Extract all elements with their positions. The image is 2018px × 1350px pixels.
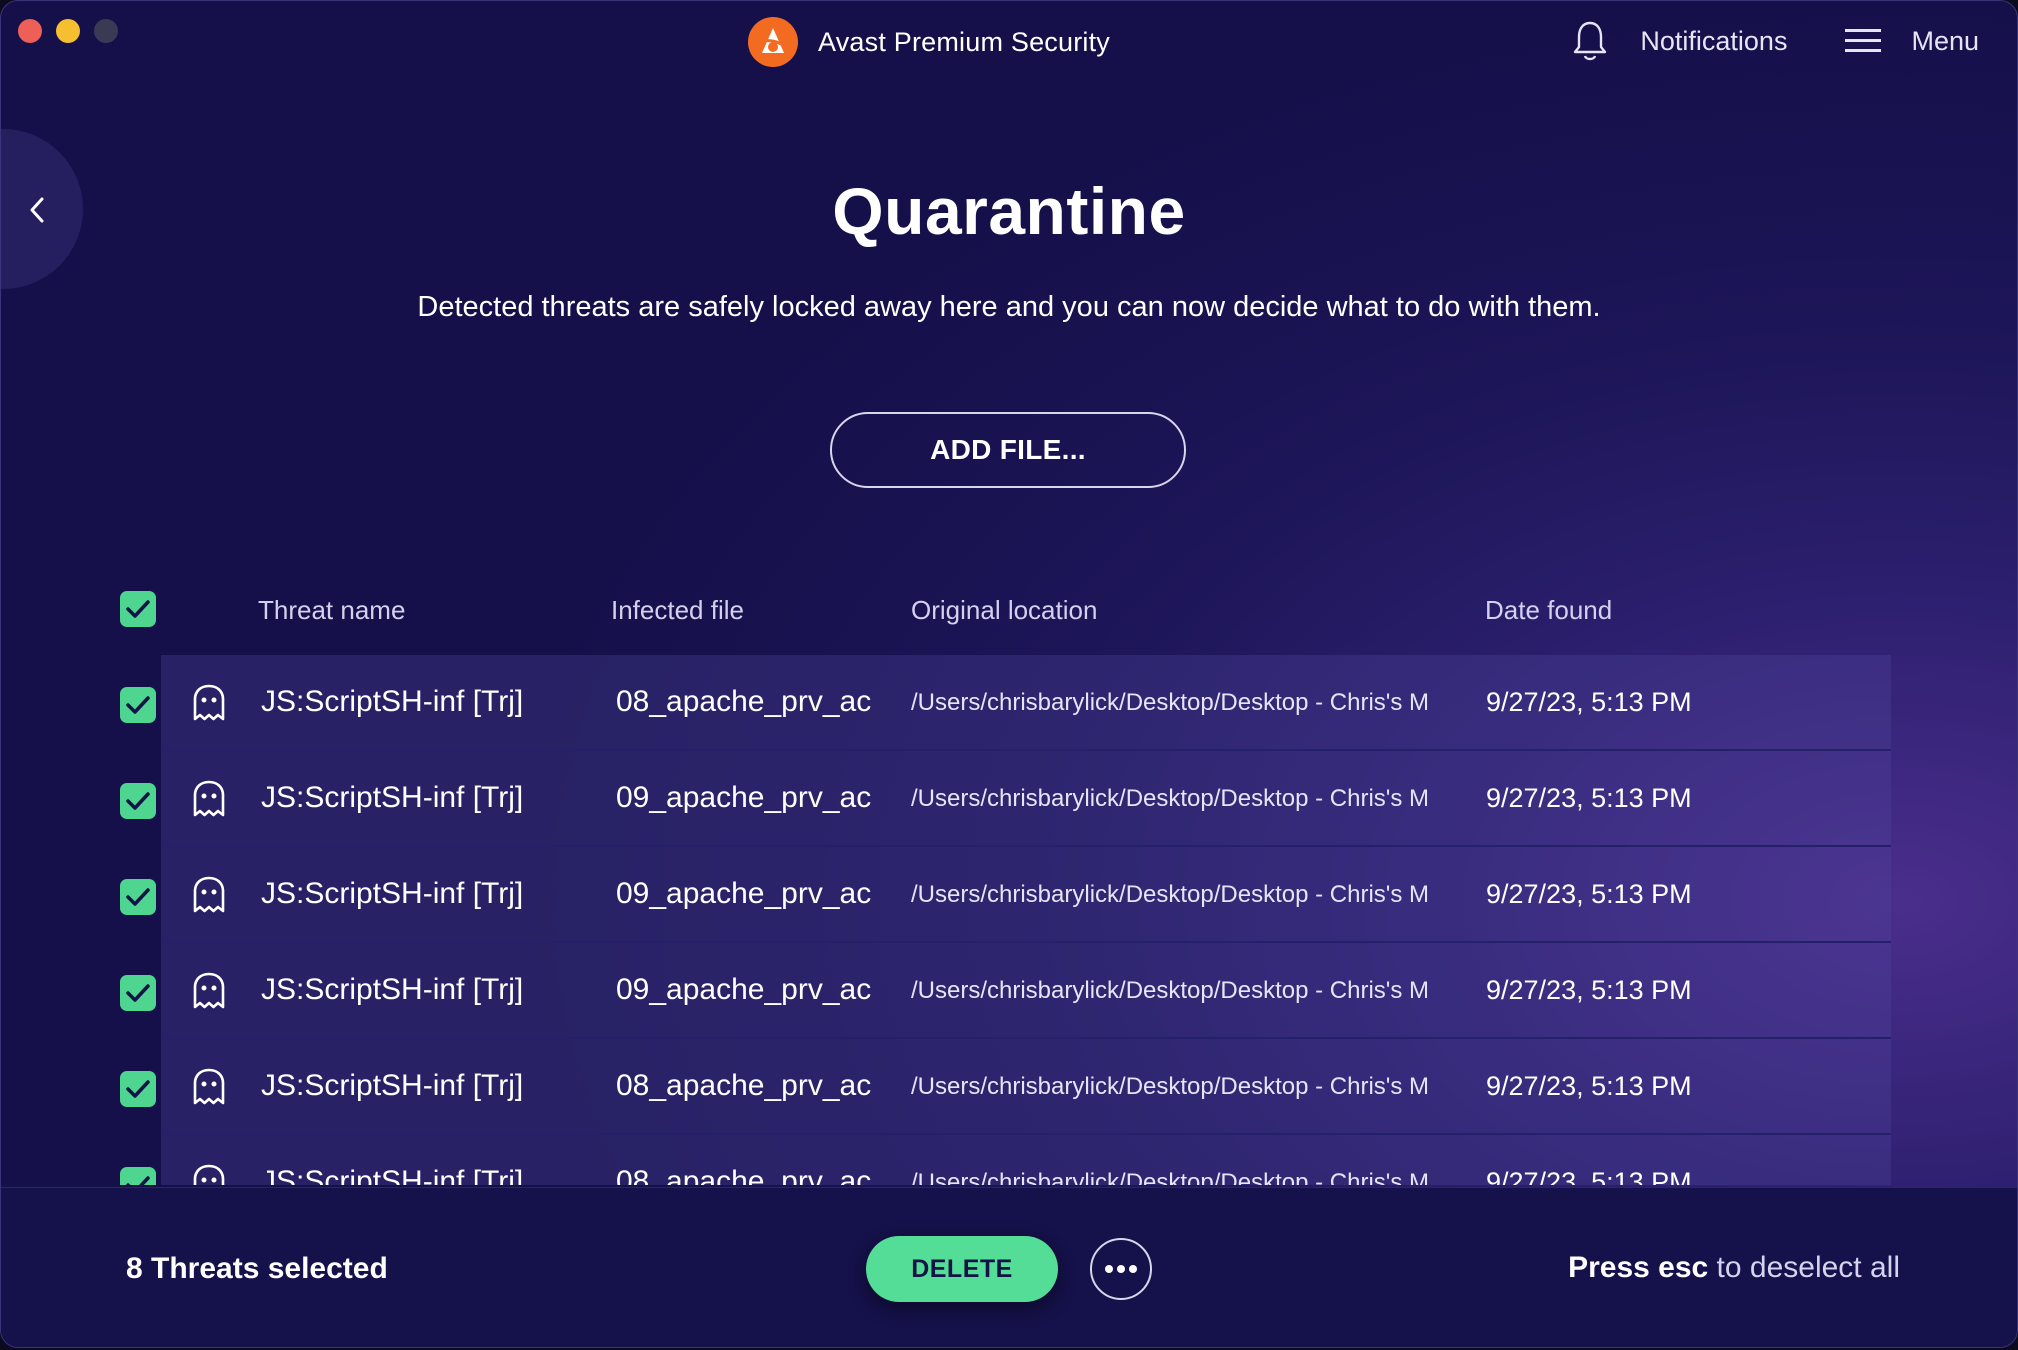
threat-name-cell: JS:ScriptSH-inf [Trj] bbox=[261, 1069, 524, 1102]
app-window: Avast Premium Security Notifications Men… bbox=[0, 0, 2018, 1348]
hamburger-menu-icon[interactable] bbox=[1845, 27, 1882, 55]
column-header-threat-name[interactable]: Threat name bbox=[258, 595, 405, 626]
table-row[interactable]: JS:ScriptSH-inf [Trj] 08_apache_prv_ac/Us… bbox=[1, 1039, 2017, 1135]
table-row[interactable]: JS:ScriptSH-inf [Trj] 08_apache_prv_ac/Us… bbox=[1, 655, 2017, 751]
threat-name-cell: JS:ScriptSH-inf [Trj] bbox=[261, 781, 524, 814]
column-header-infected-file[interactable]: Infected file bbox=[611, 595, 744, 626]
threat-name-cell: JS:ScriptSH-inf [Trj] bbox=[261, 973, 524, 1006]
avast-logo-icon bbox=[748, 17, 798, 67]
row-checkbox[interactable] bbox=[120, 783, 156, 819]
ghost-threat-icon bbox=[191, 1163, 227, 1185]
deselect-hint: Press esc to deselect all bbox=[1568, 1251, 1900, 1285]
column-header-date-found[interactable]: Date found bbox=[1485, 595, 1612, 626]
date-found-cell: 9/27/23, 5:13 PM bbox=[1486, 1071, 1692, 1101]
action-bar: 8 Threats selected DELETE Press esc to d… bbox=[1, 1187, 2017, 1347]
esc-key-label: Press esc bbox=[1568, 1251, 1709, 1284]
add-file-button[interactable]: ADD FILE... bbox=[830, 412, 1186, 488]
more-dots-icon bbox=[1105, 1265, 1137, 1273]
infected-file-cell: 09_apache_prv_ac bbox=[616, 973, 872, 1006]
ghost-threat-icon bbox=[191, 779, 227, 824]
ghost-threat-icon bbox=[191, 683, 227, 728]
checkmark-icon bbox=[126, 600, 150, 618]
row-checkbox[interactable] bbox=[120, 879, 156, 915]
date-found-cell: 9/27/23, 5:13 PM bbox=[1486, 1167, 1692, 1185]
delete-button[interactable]: DELETE bbox=[866, 1236, 1058, 1302]
bell-icon[interactable] bbox=[1570, 19, 1610, 63]
infected-file-cell: 08_apache_prv_ac bbox=[616, 685, 872, 718]
original-location-cell: /Users/chrisbarylick/Desktop/Desktop - C… bbox=[911, 1073, 1430, 1100]
infected-file-cell: 08_apache_prv_ac bbox=[616, 1165, 872, 1185]
page-subtitle: Detected threats are safely locked away … bbox=[417, 291, 1601, 323]
checkmark-icon bbox=[126, 888, 150, 906]
table-row[interactable]: JS:ScriptSH-inf [Trj] 09_apache_prv_ac/Us… bbox=[1, 943, 2017, 1039]
original-location-cell: /Users/chrisbarylick/Desktop/Desktop - C… bbox=[911, 785, 1430, 812]
threat-name-cell: JS:ScriptSH-inf [Trj] bbox=[261, 877, 524, 910]
infected-file-cell: 08_apache_prv_ac bbox=[616, 1069, 872, 1102]
table-header: Threat name Infected file Original locat… bbox=[1, 591, 2017, 631]
checkmark-icon bbox=[126, 1176, 150, 1185]
infected-file-cell: 09_apache_prv_ac bbox=[616, 781, 872, 814]
select-all-checkbox[interactable] bbox=[120, 591, 156, 627]
row-checkbox[interactable] bbox=[120, 687, 156, 723]
original-location-cell: /Users/chrisbarylick/Desktop/Desktop - C… bbox=[911, 977, 1430, 1004]
row-checkbox[interactable] bbox=[120, 1167, 156, 1185]
page-title: Quarantine bbox=[832, 174, 1186, 248]
threat-list[interactable]: JS:ScriptSH-inf [Trj] 08_apache_prv_ac/Us… bbox=[1, 655, 2017, 1185]
selected-count: 8 Threats selected bbox=[126, 1252, 388, 1285]
checkmark-icon bbox=[126, 1080, 150, 1098]
original-location-cell: /Users/chrisbarylick/Desktop/Desktop - C… bbox=[911, 1169, 1430, 1185]
original-location-cell: /Users/chrisbarylick/Desktop/Desktop - C… bbox=[911, 689, 1430, 716]
menu-button[interactable]: Menu bbox=[1911, 26, 1979, 57]
notifications-button[interactable]: Notifications bbox=[1640, 26, 1787, 57]
table-row[interactable]: JS:ScriptSH-inf [Trj] 09_apache_prv_ac/Us… bbox=[1, 751, 2017, 847]
infected-file-cell: 09_apache_prv_ac bbox=[616, 877, 872, 910]
checkmark-icon bbox=[126, 984, 150, 1002]
table-row[interactable]: JS:ScriptSH-inf [Trj] 09_apache_prv_ac/Us… bbox=[1, 847, 2017, 943]
column-header-original-location[interactable]: Original location bbox=[911, 595, 1097, 626]
row-checkbox[interactable] bbox=[120, 1071, 156, 1107]
date-found-cell: 9/27/23, 5:13 PM bbox=[1486, 879, 1692, 909]
original-location-cell: /Users/chrisbarylick/Desktop/Desktop - C… bbox=[911, 881, 1430, 908]
date-found-cell: 9/27/23, 5:13 PM bbox=[1486, 687, 1692, 717]
checkmark-icon bbox=[126, 792, 150, 810]
deselect-hint-text: to deselect all bbox=[1708, 1251, 1900, 1284]
ghost-threat-icon bbox=[191, 875, 227, 920]
date-found-cell: 9/27/23, 5:13 PM bbox=[1486, 783, 1692, 813]
threat-name-cell: JS:ScriptSH-inf [Trj] bbox=[261, 685, 524, 718]
app-title: Avast Premium Security bbox=[818, 26, 1110, 57]
row-checkbox[interactable] bbox=[120, 975, 156, 1011]
top-right-controls: Notifications Menu bbox=[1570, 19, 1979, 63]
table-row[interactable]: JS:ScriptSH-inf [Trj] 08_apache_prv_ac/Us… bbox=[1, 1135, 2017, 1185]
more-options-button[interactable] bbox=[1090, 1238, 1152, 1300]
date-found-cell: 9/27/23, 5:13 PM bbox=[1486, 975, 1692, 1005]
ghost-threat-icon bbox=[191, 971, 227, 1016]
checkmark-icon bbox=[126, 696, 150, 714]
threat-name-cell: JS:ScriptSH-inf [Trj] bbox=[261, 1165, 524, 1185]
ghost-threat-icon bbox=[191, 1067, 227, 1112]
